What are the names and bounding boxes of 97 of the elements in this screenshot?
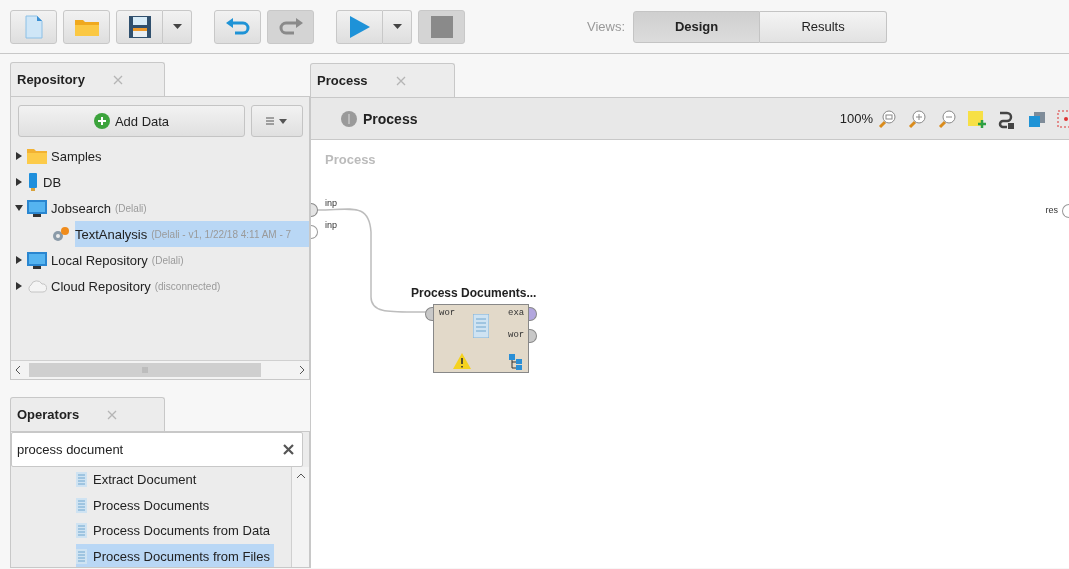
operator-label: Process Documents from Files: [93, 548, 270, 564]
operator-label: Extract Document: [93, 472, 197, 488]
item-label: TextAnalysis: [75, 226, 148, 242]
view-tab[interactable]: Design: [633, 10, 761, 43]
plus-circle-icon: [93, 113, 110, 129]
item-label: Local Repository: [51, 252, 148, 268]
canvas-title: Process: [325, 152, 376, 167]
operator-item[interactable]: Process Documents from Files: [76, 543, 274, 567]
item-label: DB: [43, 174, 62, 190]
port-label: wor: [439, 308, 456, 318]
operator-item[interactable]: Extract Document: [76, 467, 201, 493]
output-port[interactable]: [529, 307, 537, 321]
menu-button[interactable]: [251, 105, 303, 137]
expand-arrow-icon[interactable]: [15, 152, 23, 160]
document-icon: [76, 548, 87, 564]
caret-icon: [392, 24, 402, 29]
expand-arrow-icon[interactable]: [15, 204, 23, 212]
document-icon: [473, 314, 489, 338]
zoom-fit-icon[interactable]: [877, 108, 897, 129]
play-icon: [348, 14, 371, 39]
clear-icon[interactable]: [283, 444, 294, 455]
save-icon: [127, 14, 152, 39]
port-label: exa: [508, 308, 525, 318]
note-add-icon[interactable]: [967, 108, 987, 129]
breadcrumb-link[interactable]: Process: [363, 110, 418, 127]
item-note: (Delali - v1, 1/22/18 4:11 AM - 7: [151, 228, 292, 240]
add-data-button[interactable]: Add Data: [18, 105, 245, 137]
tab-label: Process: [317, 73, 368, 88]
tab-label: Repository: [17, 72, 85, 87]
tree-item[interactable]: Local Repository (Delali): [51, 247, 309, 273]
run-button[interactable]: [336, 9, 383, 44]
operator-label: Process Documents: [93, 497, 210, 513]
caret-icon: [172, 24, 182, 29]
document-icon: [76, 523, 87, 539]
undo-button[interactable]: [214, 9, 261, 44]
monitor-icon: [27, 251, 47, 269]
zoom-level: 100%: [839, 111, 873, 126]
document-icon: [76, 472, 87, 488]
input-port[interactable]: [311, 225, 318, 239]
item-label: Cloud Repository: [51, 278, 151, 294]
item-note: (Delali): [151, 254, 184, 266]
folder-icon: [27, 148, 47, 164]
new-file-icon: [24, 14, 43, 39]
expand-arrow-icon[interactable]: [15, 282, 23, 290]
monitor-icon: [27, 199, 47, 217]
undo-icon: [224, 16, 251, 37]
operator-label: Process Documents from Data: [93, 523, 270, 539]
port-label: inp: [325, 198, 337, 208]
port-label: wor: [508, 330, 525, 340]
process-icon: [341, 110, 357, 127]
close-icon: [395, 75, 406, 86]
redo-icon: [277, 16, 304, 37]
tree-item[interactable]: Jobsearch (Delali): [51, 195, 309, 221]
cloud-icon: [27, 279, 47, 293]
stop-icon: [430, 15, 453, 38]
port-label: res: [1045, 205, 1058, 215]
tree-item[interactable]: Samples: [51, 143, 309, 169]
item-label: Samples: [51, 148, 102, 164]
tree-item[interactable]: Cloud Repository (disconnected): [51, 273, 309, 299]
open-button[interactable]: [63, 9, 110, 44]
panel-tab[interactable]: Process: [310, 63, 455, 97]
operator-item[interactable]: Process Documents: [76, 492, 214, 518]
item-note: (Delali): [115, 202, 147, 214]
item-note: (disconnected): [154, 280, 221, 292]
save-button[interactable]: [116, 9, 163, 44]
panel-tab[interactable]: Operators: [10, 397, 165, 431]
tree-item[interactable]: DB: [43, 169, 309, 195]
close-icon: [107, 409, 118, 420]
output-port[interactable]: [1062, 204, 1069, 218]
operator-title: Process Documents...: [411, 286, 537, 300]
scroll-up-icon: [295, 473, 306, 479]
frame-icon[interactable]: [1057, 108, 1069, 129]
expand-arrow-icon[interactable]: [15, 256, 23, 264]
database-icon: [27, 173, 39, 191]
zoom-out-icon[interactable]: [937, 108, 957, 129]
port-label: inp: [325, 220, 337, 230]
zoom-in-icon[interactable]: [907, 108, 927, 129]
input-port[interactable]: [311, 203, 318, 217]
output-port[interactable]: [529, 329, 537, 343]
menu-icon: [266, 117, 288, 125]
dropdown-button[interactable]: [163, 9, 192, 44]
gears-icon: [51, 225, 71, 243]
tab-label: Operators: [17, 407, 80, 422]
views-label: Views:: [587, 19, 626, 34]
operator-box[interactable]: [433, 304, 529, 373]
item-label: Jobsearch: [51, 200, 111, 216]
document-icon: [76, 497, 87, 513]
operator-item[interactable]: Process Documents from Data: [76, 518, 274, 544]
search-field[interactable]: process document: [11, 432, 303, 467]
panel-tab[interactable]: Repository: [10, 62, 165, 96]
close-icon: [112, 74, 123, 85]
dropdown-button[interactable]: [383, 9, 412, 44]
view-tab[interactable]: Results: [760, 10, 888, 43]
expand-arrow-icon[interactable]: [15, 178, 23, 186]
subprocess-icon: [509, 354, 523, 370]
tree-item[interactable]: TextAnalysis (Delali - v1, 1/22/18 4:11 AM - 7: [75, 221, 309, 247]
input-port[interactable]: [425, 307, 433, 321]
